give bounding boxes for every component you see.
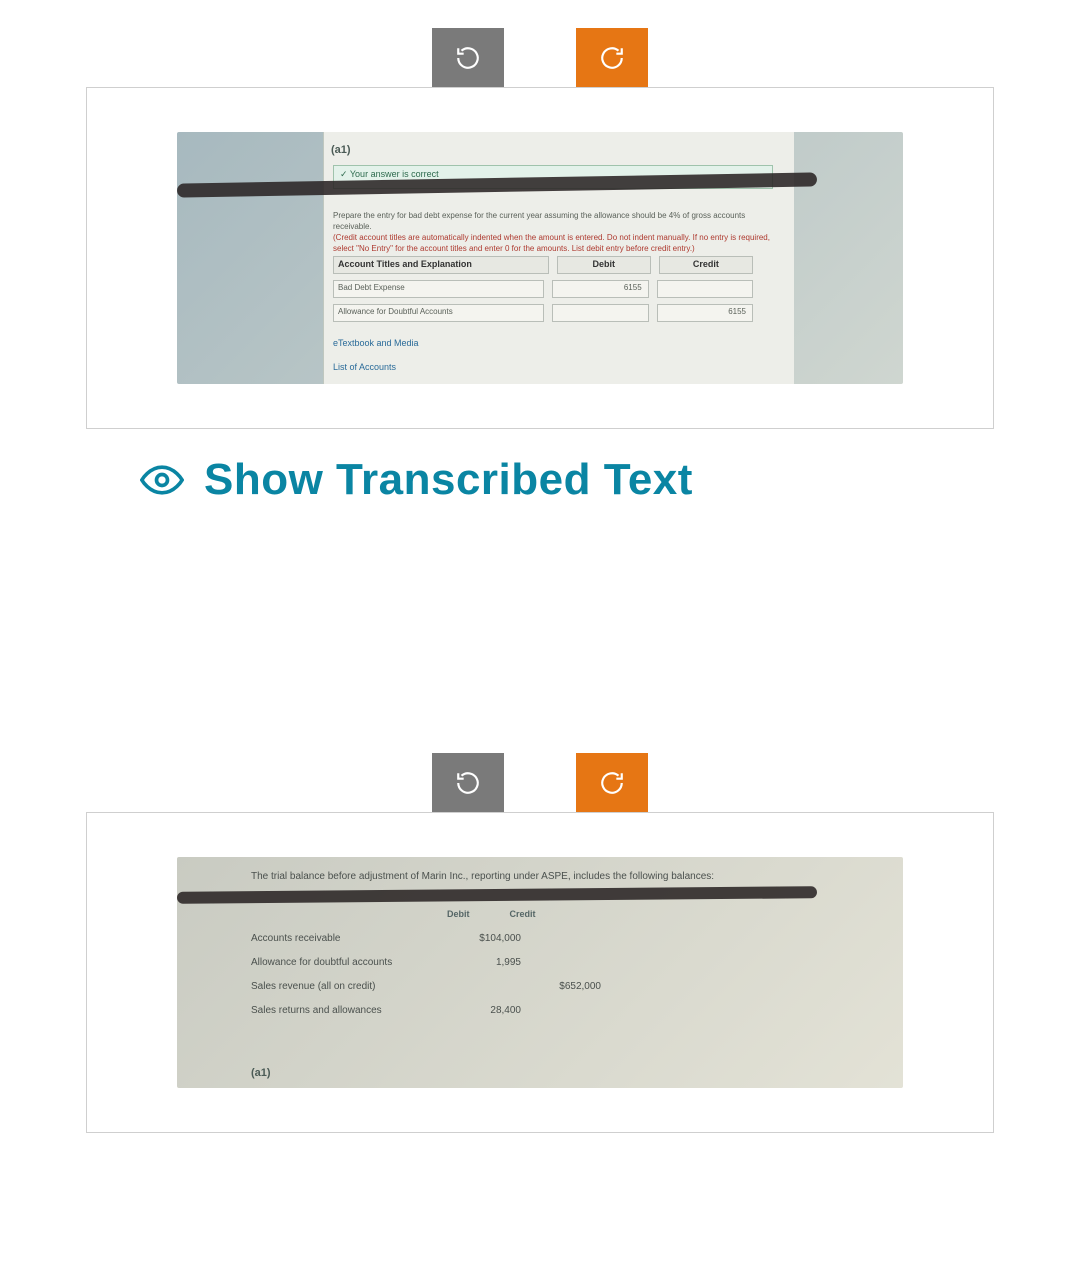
cell-debit: 6155 xyxy=(552,280,648,298)
rotate-right-button[interactable] xyxy=(576,753,648,812)
show-transcribed-button[interactable]: Show Transcribed Text xyxy=(0,429,1080,725)
cell-credit: 6155 xyxy=(657,304,753,322)
th-debit: Debit xyxy=(557,256,651,274)
table-row: Sales revenue (all on credit) $652,000 xyxy=(251,981,601,992)
rotate-left-icon xyxy=(455,770,481,796)
uploaded-image-1[interactable]: (a1) ✓ Your answer is correct Prepare th… xyxy=(177,132,903,384)
cell-label: Sales revenue (all on credit) xyxy=(251,981,451,992)
table-row: Allowance for doubtful accounts1,995 xyxy=(251,957,601,968)
image-toolbar-2 xyxy=(0,753,1080,812)
rotate-left-icon xyxy=(455,45,481,71)
table-row: Bad Debt Expense 6155 xyxy=(333,280,753,298)
cell-label: Accounts receivable xyxy=(251,933,451,944)
hdr-debit: Debit xyxy=(447,909,470,919)
cell-debit: 1,995 xyxy=(451,957,521,968)
cell-debit xyxy=(451,981,521,992)
hdr-credit: Credit xyxy=(510,909,536,919)
cell-account: Allowance for Doubtful Accounts xyxy=(333,304,544,322)
eye-icon xyxy=(140,458,184,502)
list-accounts-link: List of Accounts xyxy=(333,362,396,372)
rotate-left-button[interactable] xyxy=(432,28,504,87)
rotate-right-icon xyxy=(599,770,625,796)
cell-label: Allowance for doubtful accounts xyxy=(251,957,451,968)
uploaded-image-2[interactable]: The trial balance before adjustment of M… xyxy=(177,857,903,1088)
instr-text: Prepare the entry for bad debt expense f… xyxy=(333,211,745,231)
rotate-left-button[interactable] xyxy=(432,753,504,812)
image-frame-2: The trial balance before adjustment of M… xyxy=(86,812,994,1133)
image2-intro: The trial balance before adjustment of M… xyxy=(251,871,811,882)
rotate-right-button[interactable] xyxy=(576,28,648,87)
table-header: Account Titles and Explanation Debit Cre… xyxy=(333,256,753,274)
cell-credit xyxy=(521,933,601,944)
show-transcribed-label: Show Transcribed Text xyxy=(204,455,693,505)
image2-a1-label: (a1) xyxy=(251,1067,271,1079)
image1-a1-label: (a1) xyxy=(331,144,351,156)
rotate-right-icon xyxy=(599,45,625,71)
image-frame-1: (a1) ✓ Your answer is correct Prepare th… xyxy=(86,87,994,429)
cell-credit xyxy=(521,1005,601,1016)
image1-instructions: Prepare the entry for bad debt expense f… xyxy=(333,210,773,254)
cell-debit xyxy=(552,304,648,322)
cell-debit: $104,000 xyxy=(451,933,521,944)
table-row: Sales returns and allowances28,400 xyxy=(251,1005,601,1016)
instr-red: (Credit account titles are automatically… xyxy=(333,233,770,253)
etextbook-link: eTextbook and Media xyxy=(333,338,419,348)
cell-label: Sales returns and allowances xyxy=(251,1005,451,1016)
cell-account: Bad Debt Expense xyxy=(333,280,544,298)
th-account: Account Titles and Explanation xyxy=(333,256,549,274)
cell-credit xyxy=(521,957,601,968)
image2-header: Debit Credit xyxy=(447,909,536,919)
image-toolbar-1 xyxy=(0,28,1080,87)
cell-debit: 28,400 xyxy=(451,1005,521,1016)
table-row: Allowance for Doubtful Accounts 6155 xyxy=(333,304,753,322)
highlighter-mark xyxy=(177,886,817,904)
cell-credit xyxy=(657,280,753,298)
table-row: Accounts receivable$104,000 xyxy=(251,933,601,944)
cell-credit: $652,000 xyxy=(521,981,601,992)
th-credit: Credit xyxy=(659,256,753,274)
